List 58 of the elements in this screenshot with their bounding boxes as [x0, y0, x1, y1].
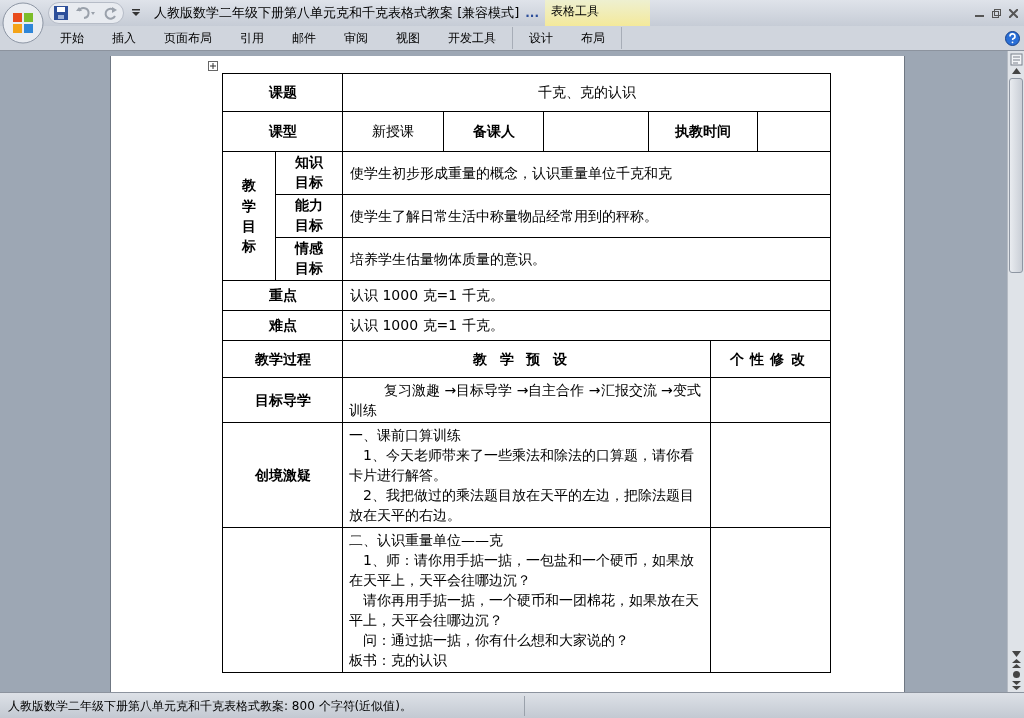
table-cell: 教学预设 — [342, 340, 711, 378]
paragraph: 一、课前口算训练 — [349, 426, 462, 445]
ribbon-tab[interactable]: 审阅 — [330, 27, 382, 49]
table-cell: 新授课 — [342, 111, 444, 152]
browse-object-icon[interactable] — [1011, 670, 1021, 679]
table-cell: 课型 — [222, 111, 343, 152]
paragraph: 二、认识重量单位——克 — [349, 531, 504, 550]
title-overflow: ... — [525, 5, 539, 22]
table-cell: 备课人 — [443, 111, 544, 152]
contextual-group-header: 表格工具 — [544, 0, 650, 26]
paragraph: 请你再用手掂一掂，一个硬币和一团棉花，如果放在天平上，天平会往哪边沉？ — [349, 591, 700, 630]
table-cell: 认识 1000 克=1 千克。 — [342, 310, 831, 341]
table-cell: 创境激疑 — [222, 422, 343, 528]
save-icon[interactable] — [53, 5, 69, 21]
ribbon-tab[interactable]: 开发工具 — [434, 27, 510, 49]
table-cell: 课题 — [222, 73, 343, 112]
table-cell: 执教时间 — [648, 111, 758, 152]
table-cell: 教学目标 — [222, 151, 276, 281]
paragraph: 1、师：请你用手掂一掂，一包盐和一个硬币，如果放在天平上，天平会往哪边沉？ — [349, 551, 695, 590]
scroll-up-icon[interactable] — [1011, 68, 1021, 74]
scroll-down-icon[interactable] — [1011, 651, 1021, 657]
ribbon-tab[interactable]: 邮件 — [278, 27, 330, 49]
table-cell: 目标导学 — [222, 377, 343, 423]
table-cell: 使学生初步形成重量的概念，认识重量单位千克和克 — [342, 151, 831, 195]
scrollbar-thumb[interactable] — [1009, 78, 1023, 273]
paragraph: 1、今天老师带来了一些乘法和除法的口算题，请你看卡片进行解答。 — [349, 446, 695, 485]
table-cell: 知识目标 — [275, 151, 343, 195]
table-move-handle-icon[interactable] — [208, 61, 218, 71]
previous-page-icon[interactable] — [1011, 659, 1021, 668]
table-cell: 千克、克的认识 — [342, 73, 831, 112]
ribbon-tab[interactable]: 页面布局 — [150, 27, 226, 49]
paragraph: 复习激趣 →目标导学 →自主合作 →汇报交流 →变式训练 — [349, 381, 702, 420]
table-cell: 重点 — [222, 280, 343, 311]
table-cell: 认识 1000 克=1 千克。 — [342, 280, 831, 311]
customize-dropdown-icon[interactable] — [132, 9, 140, 17]
window-title: 人教版数学二年级下册第八单元克和千克表格式教案 [兼容模式] — [154, 4, 520, 23]
close-icon[interactable] — [1009, 8, 1018, 18]
ribbon-tab[interactable]: 布局 — [567, 27, 619, 49]
table-cell: 教学过程 — [222, 340, 343, 378]
paragraph: 问：通过掂一掂，你有什么想和大家说的？ — [362, 631, 630, 650]
ribbon-tab[interactable]: 插入 — [98, 27, 150, 49]
table-cell: 个性修改 — [710, 340, 831, 378]
ribbon-tab[interactable]: 开始 — [46, 27, 98, 49]
restore-icon[interactable] — [992, 8, 1001, 18]
ribbon-tab[interactable]: 视图 — [382, 27, 434, 49]
table-cell: 培养学生估量物体质量的意识。 — [342, 237, 831, 281]
table-cell: 能力目标 — [275, 194, 343, 238]
ribbon-tab[interactable]: 设计 — [515, 27, 567, 49]
help-icon[interactable] — [1005, 30, 1020, 46]
table-cell: 难点 — [222, 310, 343, 341]
next-page-icon[interactable] — [1011, 681, 1021, 690]
status-text: 人教版数学二年级下册第八单元克和千克表格式教案: 800 个字符(近似值)。 — [8, 697, 413, 715]
paragraph: 板书：克的认识 — [349, 651, 448, 670]
ruler-toggle-icon[interactable] — [1009, 53, 1023, 66]
table-cell: 使学生了解日常生活中称量物品经常用到的秤称。 — [342, 194, 831, 238]
paragraph: 2、我把做过的乘法题目放在天平的左边，把除法题目放在天平的右边。 — [349, 486, 695, 525]
ribbon-tab[interactable]: 引用 — [226, 27, 278, 49]
table-cell: 情感目标 — [275, 237, 343, 281]
